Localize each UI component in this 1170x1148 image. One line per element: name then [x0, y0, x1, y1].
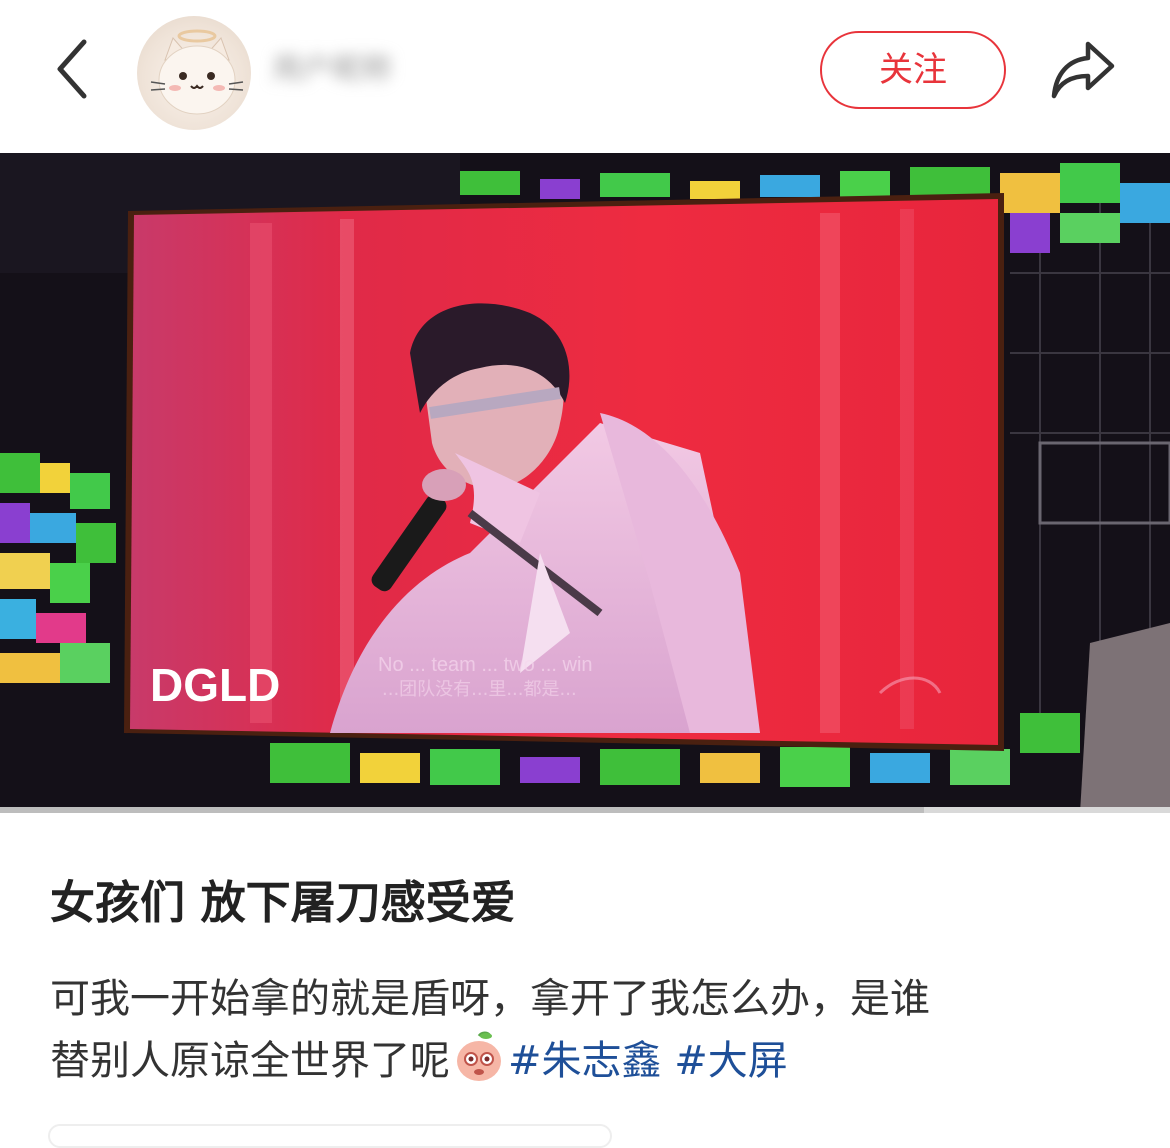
- concert-big-screen-image: DGLD No ... team ... two ... win ...团队没有…: [0, 153, 1170, 813]
- image-progress-fill: [0, 807, 925, 813]
- back-button[interactable]: [48, 34, 104, 104]
- screen-subtitle-cn: ...团队没有...里...都是...: [382, 679, 577, 700]
- post-body: 可我一开始拿的就是盾呀，拿开了我怎么办，是谁 替别人原谅全世界了呢 #朱志鑫 #…: [50, 968, 1130, 1092]
- post-body-line-2: 替别人原谅全世界了呢 #朱志鑫 #大屏: [50, 1030, 1130, 1092]
- share-arrow-icon: [1051, 41, 1115, 99]
- next-content-card[interactable]: [48, 1124, 612, 1148]
- chevron-left-icon: [57, 39, 87, 99]
- screen-caption: DGLD: [150, 659, 280, 711]
- top-bar: 用户昵称 关注: [0, 0, 1170, 153]
- post-photo[interactable]: DGLD No ... team ... two ... win ...团队没有…: [0, 153, 1170, 813]
- post-title: 女孩们 放下屠刀感受爱: [50, 876, 516, 929]
- hashtag-zhu-zhixin[interactable]: #朱志鑫: [508, 1038, 662, 1084]
- username[interactable]: 用户昵称: [272, 50, 462, 90]
- peach-face-emoji-icon: [452, 1030, 506, 1084]
- screen-subtitle-en: No ... team ... two ... win: [378, 654, 593, 676]
- image-progress-bar: [0, 807, 1170, 813]
- post-body-line-2-text: 替别人原谅全世界了呢: [50, 1038, 450, 1084]
- cat-avatar-icon: [150, 29, 244, 115]
- share-button[interactable]: [1048, 36, 1118, 102]
- post-body-line-1: 可我一开始拿的就是盾呀，拿开了我怎么办，是谁: [50, 976, 930, 1022]
- hashtag-big-screen[interactable]: #大屏: [674, 1038, 788, 1084]
- follow-button[interactable]: 关注: [820, 31, 1006, 109]
- avatar[interactable]: [137, 16, 251, 130]
